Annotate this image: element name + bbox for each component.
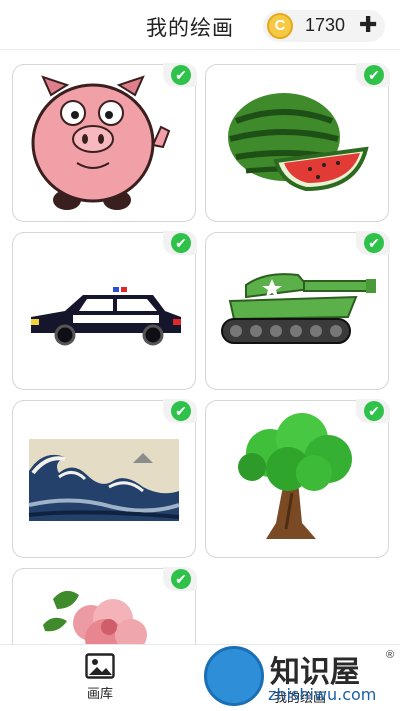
check-icon: ✔ (171, 65, 191, 85)
check-icon: ✔ (171, 569, 191, 589)
police-car-artwork (31, 287, 181, 346)
watermark-url: zhishiwu.com (268, 685, 377, 704)
completed-badge: ✔ (163, 63, 197, 87)
check-icon: ✔ (171, 233, 191, 253)
completed-badge: ✔ (163, 231, 197, 255)
artwork-card-pig[interactable]: ✔ (12, 63, 197, 222)
check-icon: ✔ (171, 401, 191, 421)
artwork-card-watermelon[interactable]: ✔ (205, 63, 390, 222)
artwork-card-tank[interactable]: ✔ (205, 231, 390, 390)
check-icon: ✔ (364, 65, 384, 85)
artwork-card-police-car[interactable]: ✔ (12, 231, 197, 390)
check-icon: ✔ (364, 401, 384, 421)
great-wave-artwork (28, 439, 180, 521)
watermark: 知识屋 ® zhishiwu.com (200, 643, 400, 711)
add-coins-icon[interactable]: ✚ (359, 12, 377, 38)
completed-badge: ✔ (163, 399, 197, 423)
artwork-card-great-wave[interactable]: ✔ (12, 399, 197, 558)
coin-count: 1730 (305, 15, 346, 35)
pig-artwork (31, 75, 171, 210)
tab-gallery[interactable]: 画库 (60, 653, 140, 709)
watermark-logo-icon (204, 646, 264, 706)
check-icon: ✔ (364, 233, 384, 253)
tree-artwork (238, 413, 352, 539)
page-title: 我的绘画 (146, 16, 234, 40)
completed-badge: ✔ (356, 399, 390, 423)
coin-icon: C (267, 13, 293, 39)
tab-gallery-label: 画库 (86, 687, 113, 702)
top-bar: 我的绘画 C 1730 ✚ (0, 0, 400, 50)
artwork-card-tree[interactable]: ✔ (205, 399, 390, 558)
watermark-registered: ® (386, 649, 395, 661)
completed-badge: ✔ (356, 231, 390, 255)
coin-balance[interactable]: C 1730 ✚ (263, 10, 385, 42)
completed-badge: ✔ (163, 567, 197, 591)
completed-badge: ✔ (356, 63, 390, 87)
gallery-icon (85, 653, 115, 679)
tank-artwork (221, 273, 376, 344)
watermelon-artwork (228, 93, 369, 192)
